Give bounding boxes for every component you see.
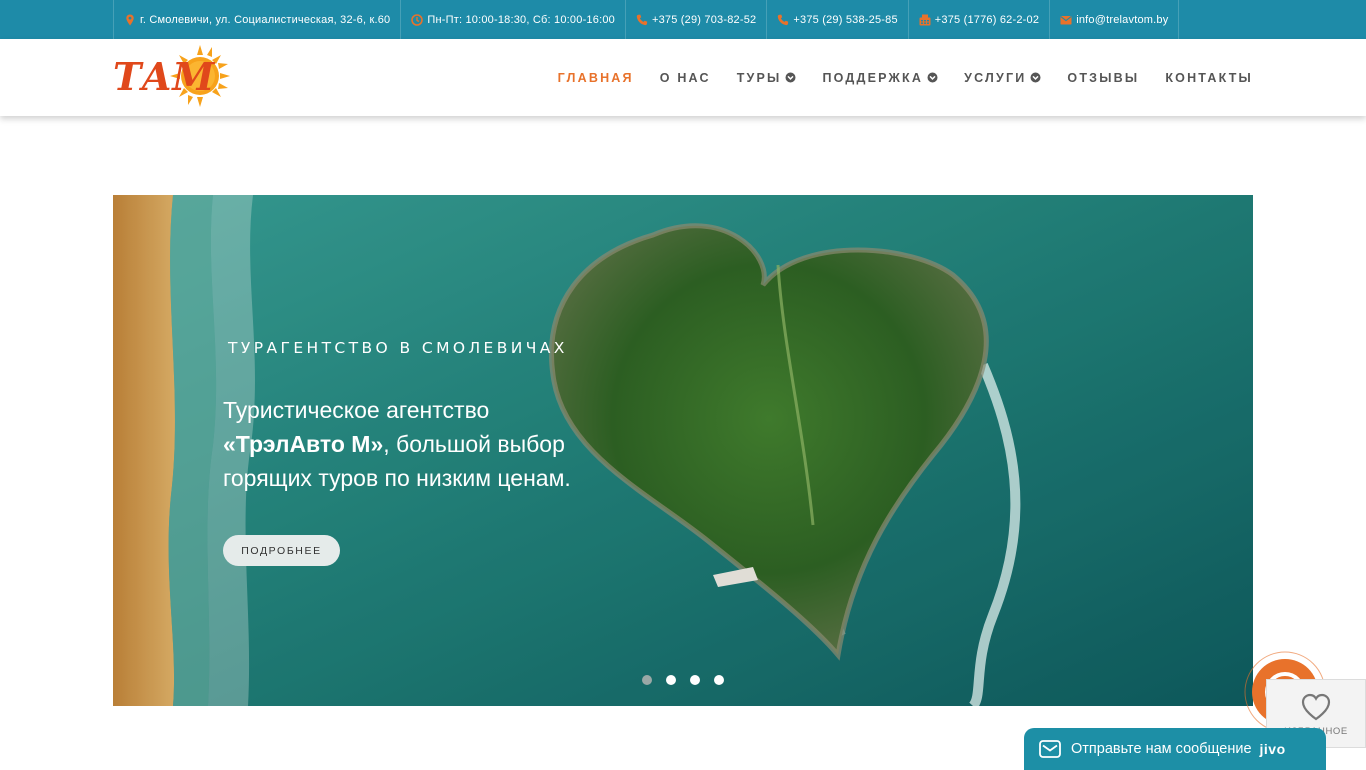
nav-services-label[interactable]: Услуги (964, 71, 1026, 85)
chevron-circle-down-icon[interactable] (927, 72, 938, 83)
hero-eyebrow: ТУРАГЕНТСТВО В СМОЛЕВИЧАХ (228, 339, 568, 357)
hero-brand-name: «ТрэлАвто М» (223, 431, 384, 457)
chat-widget[interactable]: Отправьте нам сообщение jivo (1024, 728, 1326, 770)
top-info-list: г. Смолевичи, ул. Социалистическая, 32-6… (113, 0, 1180, 39)
clock-icon (411, 13, 424, 26)
nav-tours-label[interactable]: Туры (737, 71, 782, 85)
site-logo[interactable]: ТАМ (113, 43, 231, 113)
nav-about-label[interactable]: О нас (660, 71, 711, 85)
nav-contacts-label[interactable]: Контакты (1165, 71, 1253, 85)
envelope-icon (1060, 15, 1072, 24)
main-nav: Главная О нас Туры Поддержка Услуги Отзы… (532, 39, 1253, 116)
site-header: ТАМ Главная О нас Туры Поддержка Услуги … (0, 39, 1366, 116)
email-text[interactable]: info@trelavtom.by (1076, 14, 1168, 26)
phone-1-text[interactable]: +375 (29) 703-82-52 (652, 14, 756, 26)
hours-text: Пн-Пт: 10:00-18:30, Сб: 10:00-16:00 (427, 13, 615, 26)
nav-about[interactable]: О нас (660, 71, 711, 85)
hero-description: Туристическое агентство «ТрэлАвто М», бо… (223, 393, 623, 495)
fax-item[interactable]: +375 (1776) 62-2-02 (907, 0, 1049, 39)
slider-dot-1[interactable] (642, 675, 652, 685)
nav-reviews[interactable]: Отзывы (1067, 71, 1139, 85)
address-text: г. Смолевичи, ул. Социалистическая, 32-6… (140, 13, 391, 26)
phone-icon (778, 14, 789, 25)
hero-text-line1: Туристическое агентство (223, 397, 490, 423)
jivo-logo: jivo (1259, 741, 1286, 757)
phone-icon (636, 14, 648, 25)
phone-item-1[interactable]: +375 (29) 703-82-52 (624, 0, 766, 39)
nav-support-label[interactable]: Поддержка (822, 71, 923, 85)
slider-dot-2[interactable] (666, 675, 676, 685)
phone-item-2[interactable]: +375 (29) 538-25-85 (766, 0, 907, 39)
nav-services[interactable]: Услуги (964, 71, 1041, 85)
address-item: г. Смолевичи, ул. Социалистическая, 32-6… (113, 0, 400, 39)
hero-slider: ТУРАГЕНТСТВО В СМОЛЕВИЧАХ Туристическое … (113, 195, 1253, 706)
nav-reviews-label[interactable]: Отзывы (1067, 71, 1139, 85)
fax-text[interactable]: +375 (1776) 62-2-02 (935, 14, 1039, 26)
map-marker-icon (126, 14, 134, 25)
slider-dot-3[interactable] (690, 675, 700, 685)
top-info-bar: г. Смолевичи, ул. Социалистическая, 32-6… (0, 0, 1366, 39)
logo-text: ТАМ (113, 54, 215, 99)
nav-support[interactable]: Поддержка (822, 71, 938, 85)
nav-tours[interactable]: Туры (737, 71, 797, 85)
slider-dot-4[interactable] (714, 675, 724, 685)
slider-pagination (642, 675, 738, 685)
chat-label[interactable]: Отправьте нам сообщение (1071, 741, 1252, 757)
nav-contacts[interactable]: Контакты (1165, 71, 1253, 85)
phone-2-text[interactable]: +375 (29) 538-25-85 (793, 14, 897, 26)
email-item[interactable]: info@trelavtom.by (1049, 0, 1180, 39)
nav-home[interactable]: Главная (558, 71, 634, 85)
envelope-outline-icon (1039, 740, 1061, 758)
fax-icon (919, 14, 931, 25)
nav-home-label[interactable]: Главная (558, 71, 634, 85)
heart-icon (1301, 693, 1331, 721)
more-button[interactable]: ПОДРОБНЕЕ (223, 535, 340, 566)
chevron-circle-down-icon[interactable] (1030, 72, 1041, 83)
chevron-circle-down-icon[interactable] (785, 72, 796, 83)
hours-item: Пн-Пт: 10:00-18:30, Сб: 10:00-16:00 (400, 0, 625, 39)
